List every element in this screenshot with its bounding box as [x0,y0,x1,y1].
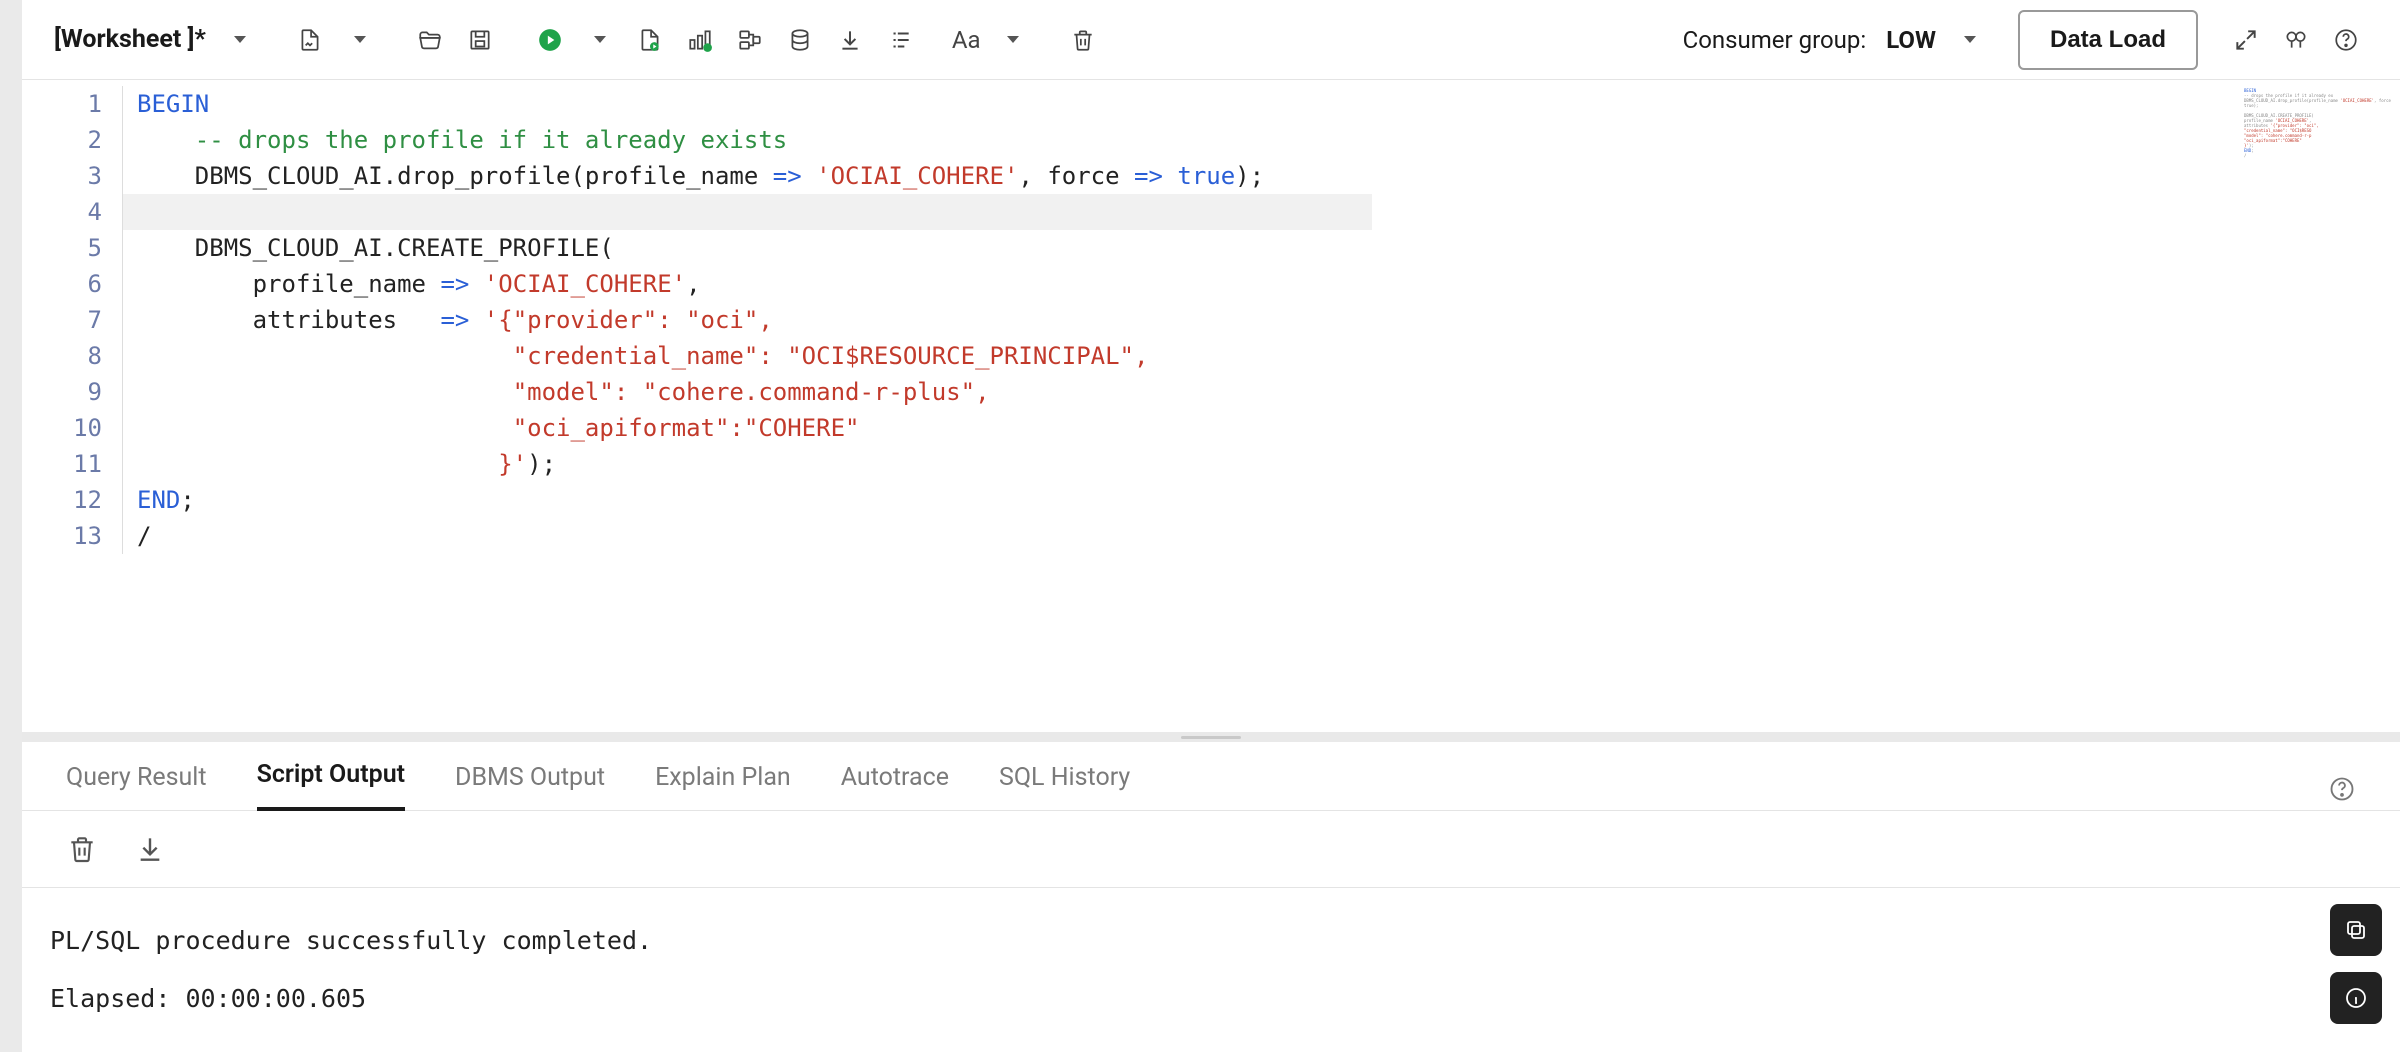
expand-icon[interactable] [2224,18,2268,62]
tab-autotrace[interactable]: Autotrace [841,763,949,810]
copy-button[interactable] [2330,904,2382,956]
font-icon[interactable]: Aa [948,18,985,62]
help-icon[interactable] [2328,775,2356,810]
worksheet-menu-caret[interactable] [218,18,262,62]
sql-history-icon[interactable] [778,18,822,62]
code-line[interactable]: profile_name => 'OCIAI_COHERE', [122,266,1372,302]
line-number: 8 [22,338,122,374]
line-number: 13 [22,518,122,554]
explain-plan-icon[interactable] [678,18,722,62]
run-icon[interactable] [528,18,572,62]
line-number: 10 [22,410,122,446]
output-body: PL/SQL procedure successfully completed.… [22,888,2400,1052]
line-number: 3 [22,158,122,194]
line-number: 4 [22,194,122,230]
output-line: Elapsed: 00:00:00.605 [50,970,2372,1028]
run-caret[interactable] [578,18,622,62]
output-toolbar [22,811,2400,888]
splitter[interactable] [22,732,2400,742]
code-line[interactable]: attributes => '{"provider": "oci", [122,302,1372,338]
toolbar: [Worksheet ]* Aa Consumer group: LOW Dat… [22,0,2400,80]
run-script-icon[interactable] [628,18,672,62]
code-line[interactable]: "oci_apiformat":"COHERE" [122,410,1372,446]
help-icon[interactable] [2324,18,2368,62]
line-number: 7 [22,302,122,338]
line-number: 5 [22,230,122,266]
left-rail [0,0,22,1052]
code-editor[interactable]: 12345678910111213 BEGIN -- drops the pro… [22,80,2400,732]
format-icon[interactable] [878,18,922,62]
download-output-icon[interactable] [134,833,166,865]
info-button[interactable] [2330,972,2382,1024]
code-line[interactable] [122,194,1372,230]
save-icon[interactable] [458,18,502,62]
code-line[interactable]: DBMS_CLOUD_AI.CREATE_PROFILE( [122,230,1372,266]
output-line: PL/SQL procedure successfully completed. [50,912,2372,970]
new-file-caret[interactable] [338,18,382,62]
output-tabs: Query Result Script Output DBMS Output Expl… [22,742,2400,811]
font-caret[interactable] [991,18,1035,62]
worksheet-name[interactable]: [Worksheet ]* [54,25,206,54]
code-area[interactable]: BEGIN -- drops the profile if it already… [122,80,1372,732]
tab-query-result[interactable]: Query Result [66,763,207,810]
consumer-group-value[interactable]: LOW [1886,26,1936,54]
code-line[interactable]: END; [122,482,1372,518]
tab-dbms-output[interactable]: DBMS Output [455,763,605,810]
autotrace-icon[interactable] [728,18,772,62]
code-line[interactable]: DBMS_CLOUD_AI.drop_profile(profile_name … [122,158,1372,194]
trash-icon[interactable] [1061,18,1105,62]
open-folder-icon[interactable] [408,18,452,62]
new-file-icon[interactable] [288,18,332,62]
code-line[interactable]: }'); [122,446,1372,482]
line-number: 12 [22,482,122,518]
minimap[interactable]: BEGIN -- drops the profile if it already… [2240,84,2400,384]
code-line[interactable]: "model": "cohere.command-r-plus", [122,374,1372,410]
download-icon[interactable] [828,18,872,62]
tab-script-output[interactable]: Script Output [257,760,405,811]
find-icon[interactable] [2274,18,2318,62]
consumer-group-label: Consumer group: [1683,26,1867,54]
tab-sql-history[interactable]: SQL History [999,763,1130,810]
code-line[interactable]: -- drops the profile if it already exist… [122,122,1372,158]
line-number: 11 [22,446,122,482]
line-number: 1 [22,86,122,122]
code-line[interactable]: / [122,518,1372,554]
line-number: 6 [22,266,122,302]
line-number: 2 [22,122,122,158]
clear-output-icon[interactable] [66,833,98,865]
tab-explain-plan[interactable]: Explain Plan [655,763,791,810]
code-line[interactable]: "credential_name": "OCI$RESOURCE_PRINCIP… [122,338,1372,374]
consumer-group-caret[interactable] [1948,18,1992,62]
line-gutter: 12345678910111213 [22,80,122,732]
data-load-button[interactable]: Data Load [2018,10,2198,70]
line-number: 9 [22,374,122,410]
code-line[interactable]: BEGIN [122,86,1372,122]
